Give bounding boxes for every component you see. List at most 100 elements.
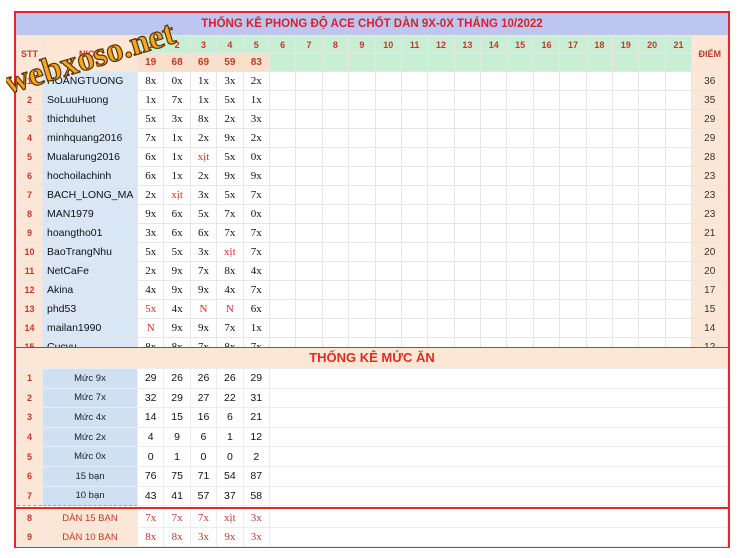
row-day-cell: [612, 128, 640, 148]
row-day-cell: [427, 185, 455, 205]
row-day-cell: [268, 128, 297, 148]
row-day-cell: [374, 109, 402, 129]
row-nick: mailan1990: [42, 318, 138, 338]
row-day-cell: [480, 185, 508, 205]
row-day-cell: [638, 147, 666, 167]
table-row: 6 hochoilachinh 6x 1x 2x 9x 9x 23: [16, 166, 729, 186]
section-title-muc-an: THỐNG KÊ MỨC ĂN: [16, 347, 728, 369]
row-day-cell: N: [136, 318, 165, 338]
row-day-cell: [664, 318, 693, 338]
row-day-cell: xịt: [163, 185, 191, 205]
row-day-cell: 7x: [163, 90, 191, 110]
row-day-cell: [506, 318, 534, 338]
dan-filler: [268, 527, 729, 547]
row-day-cell: [638, 204, 666, 224]
row-day-cell: [559, 242, 587, 262]
row-day-cell: [321, 166, 350, 186]
row-day-cell: [532, 166, 561, 186]
row-day-cell: [612, 223, 640, 243]
row-day-cell: [585, 71, 614, 91]
row-day-cell: 3x: [189, 185, 218, 205]
row-diem: 21: [691, 223, 729, 243]
row-day-cell: [453, 185, 482, 205]
row-stt: 11: [16, 261, 43, 281]
row-day-cell: [453, 318, 482, 338]
row-day-cell: [532, 90, 561, 110]
row-day-cell: [400, 280, 429, 300]
row-day-cell: [295, 90, 323, 110]
row-day-cell: [480, 223, 508, 243]
row-stt: 7: [16, 185, 43, 205]
row-day-cell: 5x: [136, 109, 165, 129]
row-nick: Akina: [42, 280, 138, 300]
row-day-cell: [506, 261, 534, 281]
stats-stt: 2: [16, 387, 43, 409]
row-diem: 17: [691, 280, 729, 300]
stats-filler: [268, 426, 729, 448]
row-day-cell: 1x: [136, 90, 165, 110]
row-day-cell: [638, 109, 666, 129]
row-day-cell: [321, 261, 350, 281]
row-day-cell: [638, 166, 666, 186]
row-day-cell: [453, 109, 482, 129]
row-day-cell: [559, 280, 587, 300]
row-day-cell: 7x: [216, 318, 244, 338]
row-day-cell: [506, 223, 534, 243]
header-day-sum: [348, 53, 376, 72]
row-day-cell: [268, 147, 297, 167]
row-nick: NetCaFe: [42, 261, 138, 281]
row-day-cell: 3x: [242, 109, 270, 129]
row-nick: SoLuuHuong: [42, 90, 138, 110]
header-diem: ĐIỂM: [691, 35, 729, 72]
row-day-cell: [585, 223, 614, 243]
row-day-cell: [664, 128, 693, 148]
stats-row: 6 15 bạn 76 75 71 54 87: [16, 465, 729, 487]
row-day-cell: [638, 299, 666, 319]
row-day-cell: [295, 109, 323, 129]
row-stt: 13: [16, 299, 43, 319]
row-day-cell: 2x: [189, 166, 218, 186]
row-day-cell: 2x: [189, 128, 218, 148]
stats-filler: [268, 465, 729, 487]
stats-row: 7 10 bạn 43 41 57 37 58: [16, 485, 729, 507]
row-day-cell: [638, 223, 666, 243]
row-stt: 4: [16, 128, 43, 148]
row-day-cell: [612, 318, 640, 338]
row-day-cell: [506, 71, 534, 91]
row-diem: 15: [691, 299, 729, 319]
stats-value: 21: [242, 407, 270, 428]
row-day-cell: [638, 261, 666, 281]
row-stt: 12: [16, 280, 43, 300]
row-day-cell: [321, 280, 350, 300]
row-day-cell: [268, 242, 297, 262]
header-day-sum: [268, 53, 297, 72]
row-day-cell: 5x: [216, 147, 244, 167]
row-day-cell: [321, 128, 350, 148]
row-day-cell: [268, 166, 297, 186]
row-day-cell: [506, 166, 534, 186]
stats-stt: 7: [16, 485, 43, 507]
row-day-cell: [664, 147, 693, 167]
row-day-cell: [480, 147, 508, 167]
row-day-cell: [427, 90, 455, 110]
row-day-cell: 1x: [242, 318, 270, 338]
header-day-sum: [400, 53, 429, 72]
row-day-cell: [664, 71, 693, 91]
row-day-cell: [480, 299, 508, 319]
stats-value: 29: [136, 368, 165, 389]
row-day-cell: [506, 299, 534, 319]
dan-stt: 8: [16, 507, 43, 528]
row-day-cell: [348, 242, 376, 262]
stats-value: 26: [189, 368, 218, 389]
row-day-cell: [612, 166, 640, 186]
stats-label: Mức 2x: [42, 426, 138, 448]
row-day-cell: [480, 71, 508, 91]
row-day-cell: 0x: [242, 147, 270, 167]
row-day-cell: [453, 147, 482, 167]
dan-value: xịt: [216, 507, 244, 528]
stats-value: 75: [163, 465, 191, 487]
row-day-cell: [585, 280, 614, 300]
row-day-cell: [295, 147, 323, 167]
row-day-cell: [664, 261, 693, 281]
row-day-cell: [480, 318, 508, 338]
